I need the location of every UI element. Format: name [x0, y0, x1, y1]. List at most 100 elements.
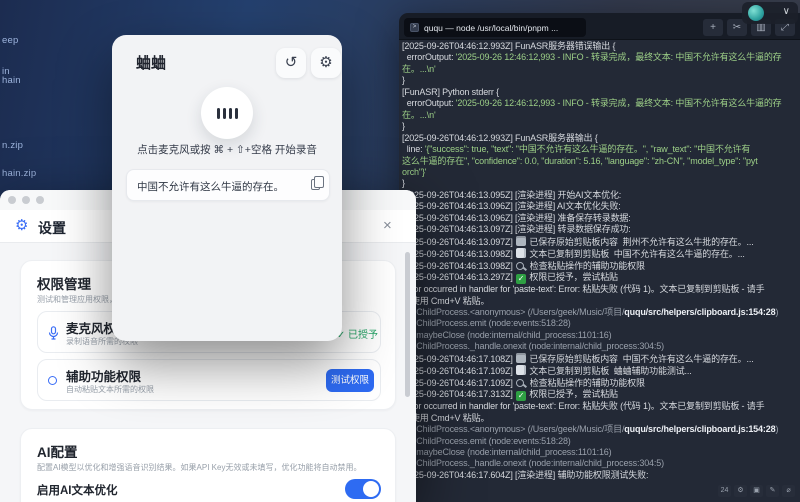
- terminal-line: [2025-09-26T04:46:17.109Z] 文本已复制到剪贴板 蛐蛐辅…: [402, 365, 692, 377]
- terminal-line: 在。...\n': [402, 63, 436, 74]
- terminal-status-icon[interactable]: ⚙: [734, 485, 747, 497]
- waveform-bar: [234, 107, 238, 119]
- terminal-line: [2025-09-26T04:46:13.297Z] 权限已授予，尝试粘贴: [402, 272, 800, 285]
- new-tab-button[interactable]: +: [703, 19, 723, 36]
- clipboard-icon: [516, 352, 527, 363]
- desktop-text-fragment: n.zip: [2, 140, 24, 151]
- clipboard-icon: [516, 235, 527, 246]
- ai-config-title: AI配置: [37, 445, 78, 460]
- terminal-line: 在。...\n': [402, 109, 436, 120]
- terminal-line: [2025-09-26T04:46:13.096Z] [渲染进程] AI文本优化…: [402, 201, 621, 212]
- terminal-line: at maybeClose (node:internal/child_proce…: [402, 446, 612, 457]
- terminal-line: [2025-09-26T04:46:13.096Z] [渲染进程] 准备保存转录…: [402, 212, 631, 223]
- desktop-text-fragment: hain: [2, 75, 21, 86]
- terminal-line: [2025-09-26T04:46:17.109Z] 检查粘贴操作的辅助功能权限: [402, 377, 645, 388]
- document-icon: [516, 248, 527, 259]
- transcription-result-box: 中国不允许有这么牛逼的存在。: [126, 169, 330, 201]
- terminal-line: 动使用 Cmd+V 粘贴。: [402, 295, 490, 306]
- globe-icon: [748, 5, 764, 21]
- terminal-line: }: [402, 75, 405, 86]
- terminal-line: at ChildProcess._handle.onexit (node:int…: [402, 458, 664, 469]
- traffic-light-close-button[interactable]: [8, 196, 16, 204]
- terminal-line: [FunASR] Python stderr {: [402, 86, 499, 97]
- ai-config-card: AI配置 配置AI模型以优化和增强语音识别结果。如果API Key无效或未填写，…: [20, 428, 396, 502]
- terminal-status-icons: 24 ⚙ ▣ ✎ ⌀: [718, 485, 795, 497]
- permissions-title: 权限管理: [37, 277, 91, 292]
- terminal-status-icon[interactable]: 24: [718, 485, 731, 497]
- accessibility-permission-subtitle: 自动粘贴文本所需的权限: [66, 385, 154, 394]
- gear-icon: ⚙: [319, 54, 333, 71]
- terminal-output: [2025-09-26T04:46:12.993Z] FunASR服务器错误输出…: [402, 41, 800, 482]
- menubar-widget[interactable]: ∨: [742, 2, 798, 24]
- terminal-status-icon[interactable]: ▣: [750, 485, 763, 497]
- terminal-line: orch"}': [402, 166, 427, 177]
- terminal-line: errorOutput: '2025-09-26 12:46:12,993 - …: [402, 98, 782, 109]
- terminal-line: Error occurred in handler for 'paste-tex…: [402, 284, 765, 295]
- settings-gear-icon: ⚙: [15, 217, 29, 234]
- history-icon: ↺: [284, 54, 298, 71]
- ai-optimize-toggle[interactable]: [345, 479, 381, 499]
- settings-title: 设置: [38, 220, 66, 236]
- traffic-light-zoom-button[interactable]: [36, 196, 44, 204]
- check-icon: [516, 391, 527, 402]
- check-icon: [516, 274, 527, 285]
- terminal-status-icon[interactable]: ⌀: [782, 485, 795, 497]
- terminal-line: }: [402, 178, 405, 189]
- desktop-text-fragment: eep: [2, 35, 19, 46]
- copy-icon[interactable]: [311, 176, 324, 190]
- terminal-line: }: [402, 121, 405, 132]
- transcription-result-text: 中国不允许有这么牛逼的存在。: [137, 181, 284, 193]
- settings-scrollbar-thumb[interactable]: [405, 252, 410, 397]
- popup-settings-button[interactable]: ⚙: [311, 48, 341, 78]
- terminal-line: [2025-09-26T04:46:12.993Z] FunASR服务器错误输出…: [402, 41, 616, 51]
- traffic-light-minimize-button[interactable]: [22, 196, 30, 204]
- terminal-line: 这么牛逼的存在", "confidence": 0.0, "duration":…: [402, 155, 758, 166]
- terminal-line: at ChildProcess.emit (node:events:518:28…: [402, 318, 571, 329]
- terminal-tab[interactable]: > ququ — node /usr/local/bin/pnpm ...: [404, 18, 586, 37]
- permission-granted-badge: ✓ 已授予: [336, 330, 378, 341]
- chevron-down-icon: ∨: [782, 6, 790, 17]
- magnifier-icon: [516, 261, 525, 270]
- terminal-line: [2025-09-26T04:46:13.097Z] 已保存原始剪贴板内容 荆州…: [402, 235, 754, 247]
- terminal-app-icon: >: [410, 23, 419, 32]
- terminal-line: line: '{"success": true, "text": "中国不允许有…: [402, 144, 751, 155]
- terminal-line: at ChildProcess.emit (node:events:518:28…: [402, 435, 571, 446]
- ququ-popup-window: 蛐蛐 ↺ ⚙ 点击麦克风或按 ⌘ + ⇧+空格 开始录音 中国不允许有这么牛逼的…: [112, 35, 342, 341]
- terminal-window: > ququ — node /usr/local/bin/pnpm ... + ✂…: [399, 13, 800, 502]
- popup-title: 蛐蛐: [136, 55, 167, 72]
- accessibility-permission-row: 辅助功能权限 自动粘贴文本所需的权限 测试权限: [37, 359, 381, 401]
- record-microphone-button[interactable]: [201, 87, 253, 139]
- terminal-status-icon[interactable]: ✎: [766, 485, 779, 497]
- terminal-line: [2025-09-26T04:46:13.098Z] 检查粘贴操作的辅助功能权限: [402, 260, 645, 271]
- settings-close-button[interactable]: ×: [383, 217, 392, 234]
- history-button[interactable]: ↺: [276, 48, 306, 78]
- terminal-line: at ChildProcess.<anonymous> (/Users/geek…: [402, 306, 779, 317]
- magnifier-icon: [516, 378, 525, 387]
- accessibility-icon: [48, 376, 57, 385]
- ai-config-subtitle: 配置AI模型以优化和增强语音识别结果。如果API Key无效或未填写，优化功能将…: [37, 463, 362, 472]
- terminal-line: [2025-09-26T04:46:13.095Z] [渲染进程] 开始AI文本…: [402, 189, 622, 200]
- terminal-line: at ChildProcess.<anonymous> (/Users/geek…: [402, 424, 779, 435]
- document-icon: [516, 365, 527, 376]
- terminal-line: [2025-09-26T04:46:17.108Z] 已保存原始剪贴板内容 中国…: [402, 352, 754, 364]
- desktop-text-fragment: hain.zip: [2, 168, 37, 179]
- record-shortcut-hint: 点击麦克风或按 ⌘ + ⇧+空格 开始录音: [137, 144, 317, 156]
- terminal-line: [2025-09-26T04:46:13.098Z] 文本已复制到剪贴板 中国不…: [402, 248, 745, 260]
- desktop: eep in hain n.zip hain.zip > ququ — node /us…: [0, 0, 800, 502]
- terminal-tabbar: > ququ — node /usr/local/bin/pnpm ... + ✂…: [399, 13, 800, 40]
- terminal-line: Error occurred in handler for 'paste-tex…: [402, 401, 765, 412]
- terminal-line: errorOutput: '2025-09-26 12:46:12,993 - …: [402, 52, 782, 63]
- waveform-bar: [216, 107, 220, 119]
- terminal-line: at ChildProcess._handle.onexit (node:int…: [402, 341, 664, 352]
- terminal-tab-title: ququ — node /usr/local/bin/pnpm ...: [424, 22, 559, 33]
- terminal-line: [2025-09-26T04:46:13.097Z] [渲染进程] 转录数据保存…: [402, 224, 631, 235]
- waveform-bar: [222, 107, 226, 119]
- terminal-line: [2025-09-26T04:46:17.604Z] [渲染进程] 辅助功能权限…: [402, 469, 649, 480]
- waveform-bar: [228, 107, 232, 119]
- microphone-icon: [48, 326, 59, 340]
- terminal-line: at maybeClose (node:internal/child_proce…: [402, 329, 612, 340]
- test-permission-button[interactable]: 测试权限: [326, 369, 374, 392]
- terminal-line: 动使用 Cmd+V 粘贴。: [402, 412, 490, 423]
- ai-toggle-label: 启用AI文本优化: [37, 485, 118, 497]
- accessibility-permission-title: 辅助功能权限: [66, 370, 142, 384]
